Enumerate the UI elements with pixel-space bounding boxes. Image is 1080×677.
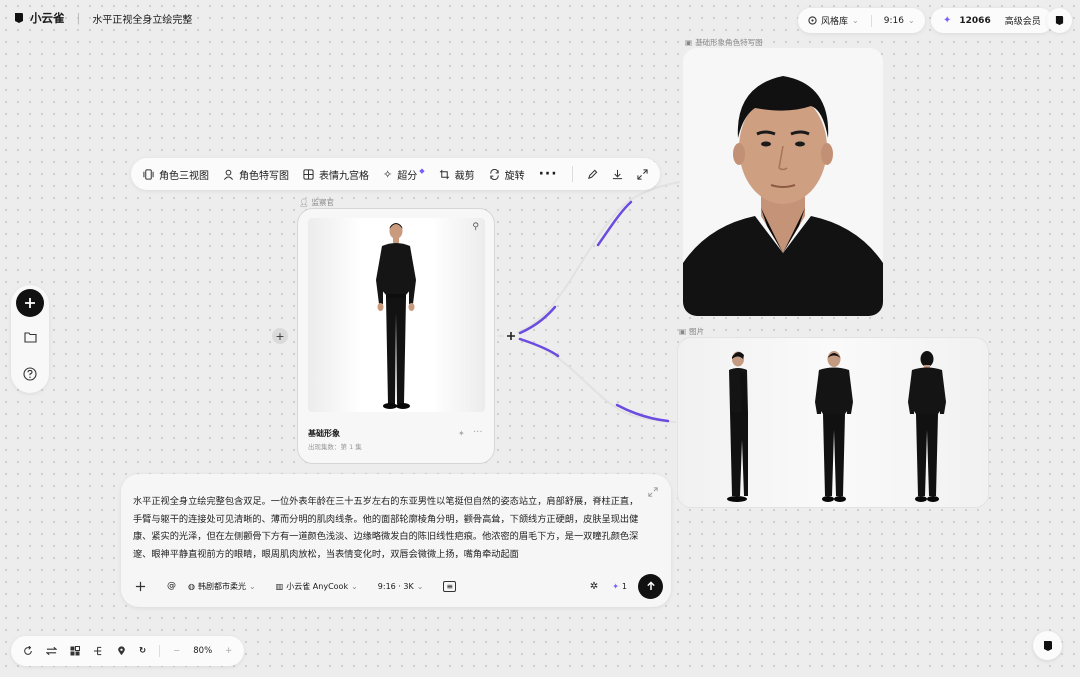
node-label-turnaround: ▣ 图片: [679, 327, 705, 336]
tool-rotate[interactable]: 旋转: [489, 167, 525, 182]
chart-icon: ▥: [275, 581, 284, 591]
layout-grid-icon[interactable]: [70, 646, 80, 656]
node-label-observer: 👤︎ 监察官: [299, 198, 335, 207]
full-body-image[interactable]: ⚲: [308, 218, 485, 412]
crop-icon: [439, 169, 449, 179]
tool-upscale[interactable]: ✧ 超分 ◆: [383, 167, 425, 182]
node-label-portrait: ▣ 基础形象角色特写图: [685, 38, 763, 47]
style-select[interactable]: ◍ 韩剧都市柔光 ⌄: [188, 581, 256, 592]
brand-header: 小云雀 | 水平正视全身立绘完整: [14, 10, 192, 26]
card-more-icon[interactable]: ···: [473, 427, 483, 438]
sparkle-icon: ✦: [612, 581, 619, 591]
bottom-toolbar: ↻ − 80% +: [11, 636, 245, 666]
rotate-icon: [489, 168, 499, 180]
prompt-controls: @ ◍ 韩剧都市柔光 ⌄ ▥ 小云雀 AnyCook ⌄ 9:16 · 3K ⌄…: [135, 572, 663, 600]
sparkle-icon: ✦: [943, 15, 952, 26]
assistant-icon: [1043, 640, 1052, 651]
user-icon: 👤︎: [299, 198, 309, 207]
mention-icon[interactable]: @: [167, 581, 176, 591]
ratio-select[interactable]: 9:16 ⌄: [884, 16, 915, 26]
sparkles-icon: ✧: [383, 167, 393, 181]
download-icon[interactable]: [612, 169, 623, 180]
expand-prompt-icon[interactable]: [648, 487, 658, 497]
logo-icon: [15, 13, 23, 23]
zoom-out-icon[interactable]: −: [173, 646, 180, 656]
credits-count: 12066: [959, 15, 991, 26]
grid-icon: [303, 168, 314, 180]
app-name: 小云雀: [30, 11, 65, 25]
magic-icon[interactable]: ✲: [590, 581, 598, 592]
add-attachment-icon[interactable]: [135, 581, 146, 592]
spec-select[interactable]: 9:16 · 3K ⌄: [378, 582, 424, 591]
card-star-icon[interactable]: ✦: [458, 429, 465, 438]
chevron-down-icon: ⌄: [907, 16, 915, 25]
card-subtitle: 出现集数：第 1 集: [308, 443, 362, 451]
add-node-button[interactable]: [16, 289, 44, 317]
three-view-figures: [727, 351, 946, 502]
generate-count[interactable]: ✦ 1: [612, 582, 627, 591]
prompt-panel: 水平正视全身立绘完整包含双足。一位外表年龄在三十五岁左右的东亚男性以笔挺但自然的…: [121, 474, 671, 607]
style-ratio-group: 风格库 ⌄ 9:16 ⌄: [798, 8, 925, 33]
tool-expression-grid[interactable]: 表情九宫格: [303, 167, 369, 182]
card-title: 基础形象: [308, 429, 340, 438]
folder-icon[interactable]: [24, 331, 37, 343]
palette-icon: [808, 16, 817, 25]
full-body-figure: [376, 223, 416, 409]
more-icon[interactable]: ···: [539, 166, 558, 182]
chevron-down-icon: ⌄: [248, 581, 256, 591]
arrow-up-icon: [646, 581, 655, 590]
credits-group[interactable]: ✦ 12066 高级会员: [931, 8, 1053, 33]
zoom-in-icon[interactable]: +: [225, 646, 232, 656]
tree-icon[interactable]: [93, 646, 104, 656]
left-sidebar: [11, 285, 49, 393]
avatar-icon: [1055, 16, 1064, 25]
project-title[interactable]: 水平正视全身立绘完整: [92, 11, 192, 26]
zoom-level[interactable]: 80%: [193, 646, 212, 656]
image-toolbar: 角色三视图 角色特写图 表情九宫格 ✧ 超分 ◆ 裁剪 旋转 ···: [131, 158, 660, 190]
image-icon: ▣: [685, 38, 693, 47]
edit-icon[interactable]: [587, 169, 598, 180]
tool-closeup[interactable]: 角色特写图: [223, 167, 289, 182]
image-icon: ▣: [679, 327, 687, 336]
style-icon: ◍: [188, 581, 195, 591]
closeup-portrait-image[interactable]: [683, 48, 883, 316]
mannequin-icon[interactable]: ⚲: [472, 222, 479, 232]
person-icon: [223, 169, 234, 180]
chevron-down-icon: ⌄: [852, 16, 859, 25]
gem-icon: ◆: [419, 167, 425, 175]
caption-icon[interactable]: ≡: [443, 580, 457, 592]
assistant-button[interactable]: [1033, 631, 1062, 660]
add-input-node-button[interactable]: +: [272, 328, 288, 344]
tool-three-view[interactable]: 角色三视图: [143, 167, 209, 182]
chevron-down-icon: ⌄: [416, 581, 424, 591]
swap-icon[interactable]: [46, 646, 57, 656]
chevron-down-icon: ⌄: [351, 581, 358, 591]
membership-label: 高级会员: [1004, 17, 1041, 27]
expand-icon[interactable]: [636, 168, 648, 180]
refresh-icon[interactable]: [23, 646, 33, 656]
character-image-card[interactable]: ⚲ 基础形象 出现集数：第 1 集 ✦ ···: [297, 208, 495, 464]
plus-icon: [25, 298, 35, 308]
help-icon[interactable]: [23, 367, 37, 381]
three-view-image[interactable]: [677, 337, 989, 508]
style-lib-button[interactable]: 风格库 ⌄: [808, 14, 859, 27]
undo-icon[interactable]: ↻: [139, 646, 146, 656]
send-button[interactable]: [638, 573, 663, 599]
tool-crop[interactable]: 裁剪: [439, 167, 475, 182]
model-select[interactable]: ▥ 小云雀 AnyCook ⌄: [276, 581, 358, 592]
location-icon[interactable]: [117, 646, 126, 656]
portrait-figure: [683, 48, 883, 316]
prompt-textarea[interactable]: 水平正视全身立绘完整包含双足。一位外表年龄在三十五岁左右的东亚男性以笔挺但自然的…: [133, 493, 643, 561]
three-view-icon: [143, 168, 154, 180]
user-avatar[interactable]: [1047, 8, 1072, 33]
